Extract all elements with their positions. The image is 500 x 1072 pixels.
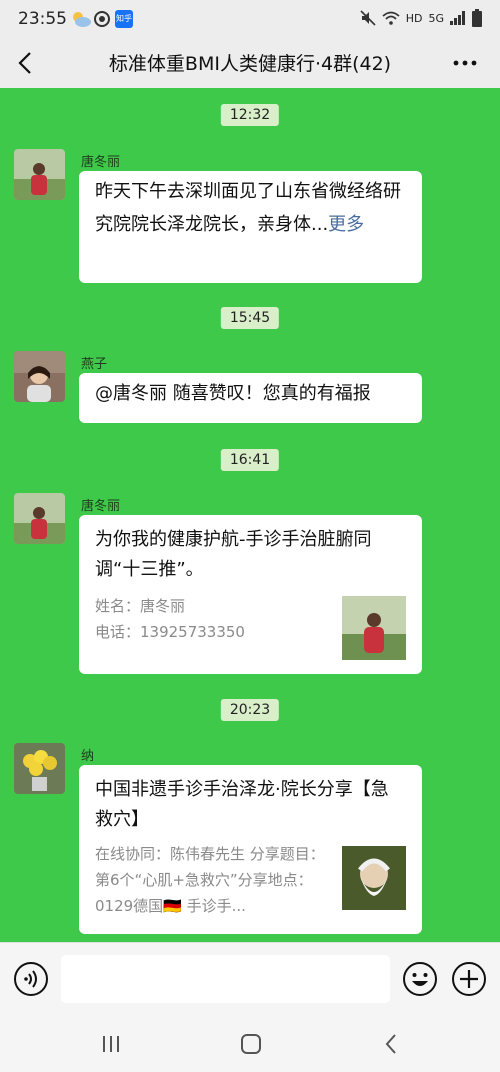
plus-icon[interactable]	[451, 961, 487, 997]
chat-area[interactable]: 12:32 唐冬丽 昨天下午去深圳面见了山东省微经络研究院院长泽龙院长，亲身体.…	[0, 88, 500, 942]
message-input[interactable]	[61, 955, 390, 1003]
sender-name: 唐冬丽	[81, 155, 121, 170]
status-time: 23:55	[18, 9, 67, 29]
card-message[interactable]: 为你我的健康护航-手诊手治脏腑同调“十三推”。 姓名：唐冬丽 电话：139257…	[79, 515, 422, 674]
wifi-icon	[382, 11, 400, 25]
message-timestamp: 15:45	[220, 307, 280, 329]
card-thumbnail	[342, 596, 406, 660]
signal-icon	[450, 11, 465, 25]
more-icon[interactable]	[450, 48, 480, 78]
card-title: 中国非遗手诊手治泽龙·院长分享【急救穴】	[95, 779, 389, 830]
network-label: 5G	[428, 11, 444, 25]
chat-title: 标准体重BMI人类健康行·4群(42)	[108, 53, 392, 75]
message-bubble[interactable]: 昨天下午去深圳面见了山东省微经络研究院院长泽龙院长，亲身体...更多	[79, 171, 422, 283]
voice-icon[interactable]	[13, 961, 49, 997]
sender-name: 燕子	[81, 357, 108, 372]
weather-icon	[73, 12, 91, 27]
status-bar: 23:55 知乎 HD 5G	[0, 0, 500, 38]
message-bubble[interactable]: @唐冬丽 随喜赞叹！您真的有福报	[79, 373, 422, 423]
message-timestamp: 12:32	[220, 104, 280, 126]
avatar[interactable]	[14, 149, 65, 200]
home-icon[interactable]	[236, 1030, 266, 1058]
hd-label: HD	[405, 11, 423, 25]
avatar[interactable]	[14, 351, 65, 402]
avatar[interactable]	[14, 493, 65, 544]
chat-header: 标准体重BMI人类健康行·4群(42)	[0, 38, 500, 88]
back-nav-icon[interactable]	[376, 1030, 406, 1058]
sender-name: 纳	[81, 749, 95, 764]
card-thumbnail	[342, 846, 406, 910]
system-navigation-bar	[0, 1016, 500, 1072]
back-arrow-icon[interactable]	[12, 48, 42, 78]
app-notification-icon	[94, 11, 110, 27]
input-bar	[0, 942, 500, 1016]
sender-name: 唐冬丽	[81, 499, 121, 514]
emoji-icon[interactable]	[402, 961, 438, 997]
mute-icon	[360, 10, 376, 26]
battery-icon	[472, 9, 482, 27]
message-timestamp: 16:41	[220, 449, 280, 471]
card-message[interactable]: 中国非遗手诊手治泽龙·院长分享【急救穴】 在线协同：陈伟春先生 分享题目：第6个…	[79, 765, 422, 934]
card-description: 在线协同：陈伟春先生 分享题目：第6个“心肌+急救穴”分享地点：0129德国🇩🇪…	[95, 845, 325, 915]
recent-apps-icon[interactable]	[96, 1030, 126, 1058]
status-indicators: HD 5G	[360, 9, 482, 27]
avatar[interactable]	[14, 743, 65, 794]
card-title: 为你我的健康护航-手诊手治脏腑同调“十三推”。	[95, 529, 372, 580]
message-text: @唐冬丽 随喜赞叹！您真的有福报	[95, 383, 371, 404]
expand-more-link[interactable]: 更多	[328, 214, 364, 235]
message-timestamp: 20:23	[220, 699, 280, 721]
zhihu-icon: 知乎	[115, 10, 133, 28]
